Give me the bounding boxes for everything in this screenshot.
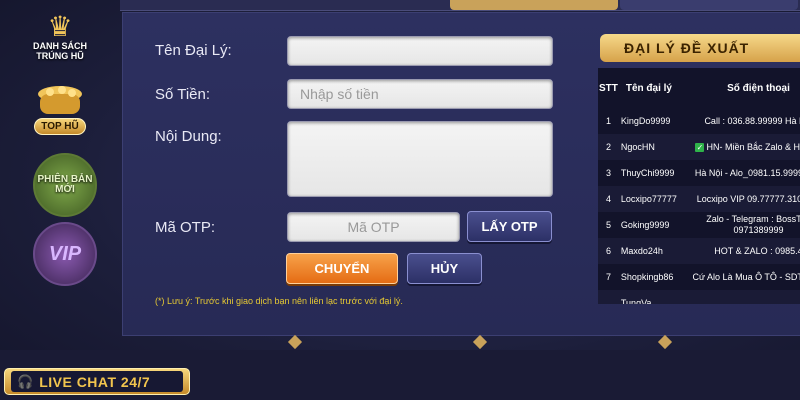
warning-note: (*) Lưu ý: Trước khi giao dịch bạn nên l…	[155, 296, 403, 306]
transfer-button[interactable]: CHUYỂN	[286, 253, 398, 284]
table-row[interactable]: 1 KingDo9999 Call : 036.88.99999 Hà Nội	[598, 108, 800, 134]
otp-label: Mã OTP:	[155, 219, 216, 236]
column-header-name: Tên đại lý	[625, 82, 672, 94]
row-agent-name: ThuyChi9999	[620, 167, 675, 178]
row-agent-name: Shopkingb86	[620, 271, 674, 282]
sidebar-item-top-hu[interactable]: TOP HŨ	[24, 78, 96, 140]
sidebar-item-new-version[interactable]: PHIÊN BẢN MỚI	[33, 153, 97, 217]
check-icon: ✓	[695, 143, 705, 152]
new-version-icon: PHIÊN BẢN MỚI	[37, 174, 93, 195]
table-row[interactable]: 4 Locxipo77777 Locxipo VIP 09.77777.310 …	[598, 186, 800, 212]
row-contact-info: Cứ Alo Là Mua Ô TÔ - SDT: 24/7	[692, 271, 800, 282]
table-row[interactable]: 3 ThuyChi9999 Hà Nội - Alo_0981.15.9999 …	[598, 160, 800, 186]
row-contact-info: Hà Nội - Alo_0981.15.9999 zalo	[694, 168, 800, 178]
row-agent-name: Locxipo77777	[618, 186, 679, 212]
row-contact-info: ✓HN- Miền Bắc Zalo & Hotline	[678, 134, 800, 160]
row-agent-name: KingDo9999	[620, 115, 671, 126]
sidebar-item-jackpot-list[interactable]: ♛ DANH SÁCH TRÚNG HŨ	[24, 6, 96, 68]
row-stt: 1	[605, 116, 611, 126]
row-agent-name: Maxdo24h	[618, 238, 679, 264]
row-contact-text: HN- Miền Bắc Zalo & Hotline	[706, 142, 800, 152]
vip-icon: VIP	[48, 242, 82, 265]
row-agent-name: TungVa	[618, 290, 679, 304]
row-contact-info: Call : 036.88.99999 Hà Nội	[704, 116, 800, 126]
tab-inactive[interactable]	[620, 0, 798, 10]
column-header-phone: Số điện thoại	[727, 82, 790, 94]
crown-icon: ♛	[47, 11, 73, 42]
row-stt: 3	[605, 168, 611, 178]
content-textarea[interactable]	[287, 121, 553, 197]
recommended-agents-title: ĐẠI LÝ ĐỀ XUẤT	[600, 34, 800, 62]
row-agent-name: NgocHN	[618, 134, 679, 160]
row-stt: 4	[598, 186, 619, 212]
table-row[interactable]: 6 Maxdo24h HOT & ZALO : 0985.4	[598, 238, 800, 264]
otp-input[interactable]: Mã OTP	[287, 212, 460, 242]
get-otp-button[interactable]: LẤY OTP	[467, 211, 552, 242]
amount-input[interactable]: Nhập số tiền	[287, 79, 553, 109]
live-chat-button[interactable]: 🎧 LIVE CHAT 24/7	[4, 368, 190, 395]
headset-icon: 🎧	[17, 373, 34, 389]
row-stt: 2	[598, 134, 619, 160]
row-contact-info: Locxipo VIP 09.77777.310 Call	[678, 186, 800, 212]
table-row[interactable]: 5 Goking9999 Zalo - Telegram : BossTop 0…	[598, 212, 800, 238]
row-contact-info: HOT & ZALO : 0985.4	[678, 238, 800, 264]
live-chat-inner: 🎧 LIVE CHAT 24/7	[11, 371, 183, 392]
row-agent-name: Goking9999	[620, 219, 670, 230]
table-row[interactable]: 7 Shopkingb86 Cứ Alo Là Mua Ô TÔ - SDT: …	[598, 264, 800, 290]
row-stt: 5	[605, 220, 611, 230]
row-contact-info	[678, 290, 800, 304]
sidebar-item-label: DANH SÁCH TRÚNG HŨ	[33, 41, 87, 61]
agent-name-input[interactable]	[287, 36, 553, 66]
table-row[interactable]: TungVa	[598, 290, 800, 304]
column-header-stt: STT	[599, 82, 618, 94]
content-label: Nội Dung:	[155, 128, 222, 145]
tab-active[interactable]	[450, 0, 618, 10]
row-stt	[598, 290, 619, 304]
table-header-row: STT Tên đại lý Số điện thoại	[598, 68, 800, 108]
amount-label: Số Tiền:	[155, 86, 211, 103]
live-chat-label: LIVE CHAT 24/7	[39, 373, 151, 390]
sidebar: ♛ DANH SÁCH TRÚNG HŨ TOP HŨ PHIÊN BẢN MỚ…	[0, 0, 118, 350]
row-stt: 6	[598, 238, 619, 264]
treasure-pot-icon	[38, 85, 82, 114]
row-contact-info: Zalo - Telegram : BossTop 0971389999	[706, 214, 800, 235]
table-row[interactable]: 2 NgocHN ✓HN- Miền Bắc Zalo & Hotline	[598, 134, 800, 160]
cancel-button[interactable]: HỦY	[407, 253, 482, 284]
sidebar-item-vip[interactable]: VIP	[33, 222, 97, 286]
recommended-agents-table[interactable]: STT Tên đại lý Số điện thoại 1 KingDo999…	[598, 68, 800, 304]
agent-label: Tên Đại Lý:	[155, 42, 232, 59]
sidebar-item-label: TOP HŨ	[34, 117, 86, 135]
top-strip	[120, 0, 800, 11]
row-stt: 7	[605, 272, 611, 282]
